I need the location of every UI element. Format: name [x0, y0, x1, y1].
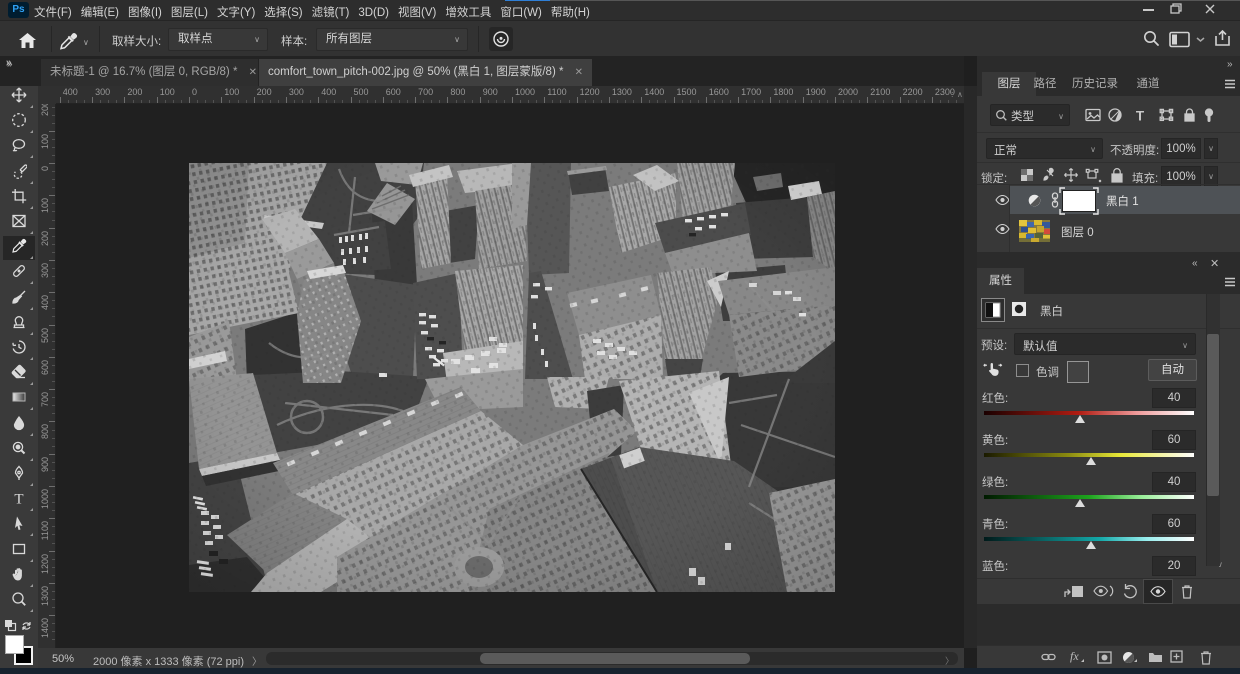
svg-text:T: T	[1136, 109, 1145, 124]
svg-text:T: T	[14, 492, 23, 507]
